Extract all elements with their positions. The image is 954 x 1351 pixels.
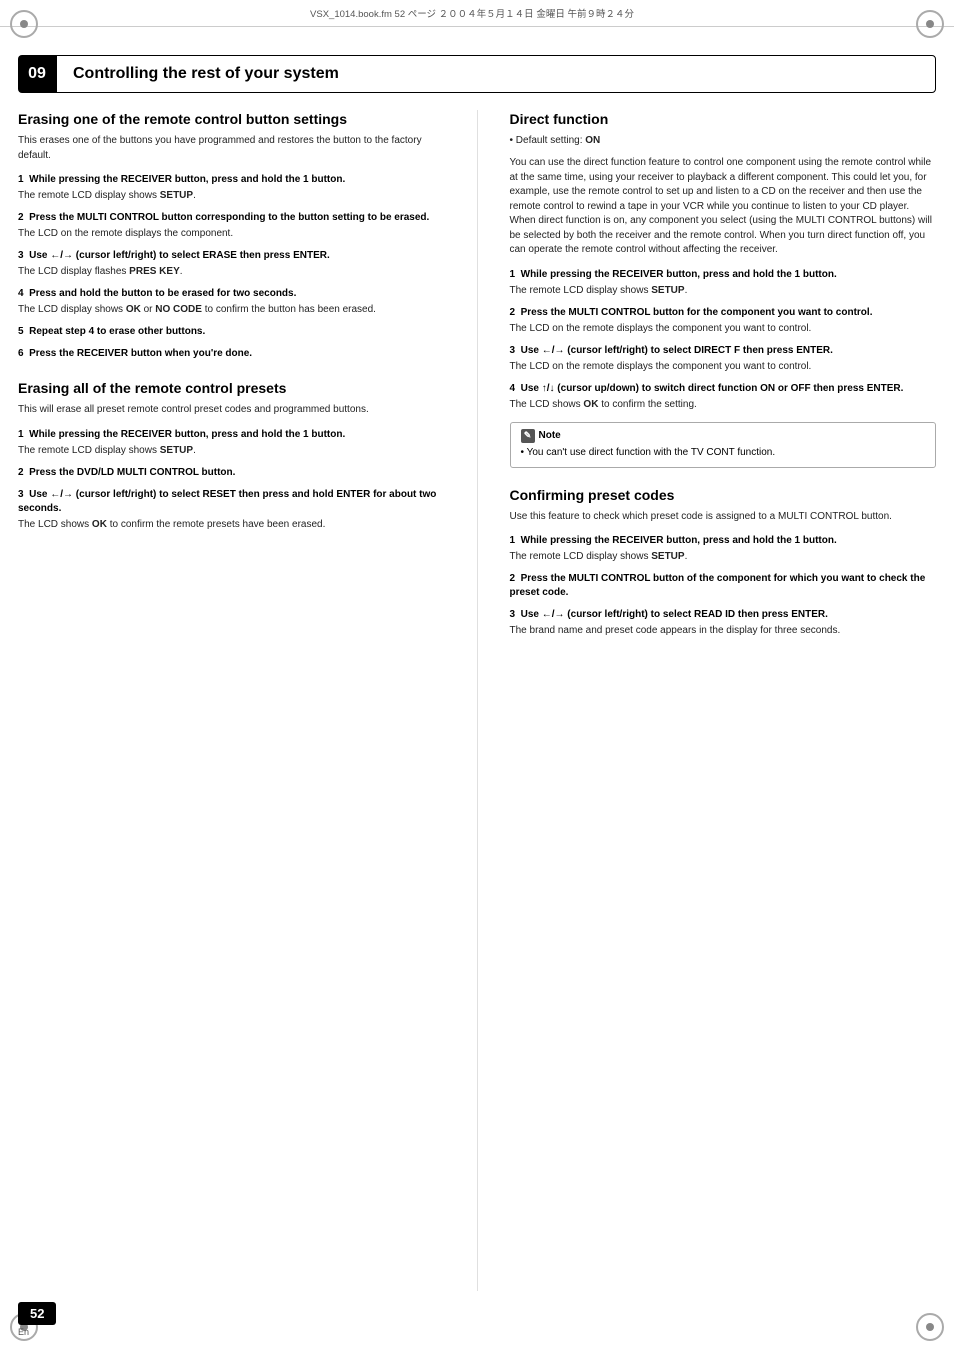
step-confirm-3: 3 Use ←/→ (cursor left/right) to select … <box>510 608 937 638</box>
section-erase-all: Erasing all of the remote control preset… <box>18 379 445 532</box>
chapter-number: 09 <box>18 55 56 93</box>
step-erase-one-1-body: The remote LCD display shows SETUP. <box>18 189 445 203</box>
step-confirm-1: 1 While pressing the RECEIVER button, pr… <box>510 534 937 564</box>
step-erase-all-3-heading: 3 Use ←/→ (cursor left/right) to select … <box>18 488 445 516</box>
step-erase-one-3-body: The LCD display flashes PRES KEY. <box>18 265 445 279</box>
column-divider <box>477 110 478 1291</box>
step-direct-1-body: The remote LCD display shows SETUP. <box>510 284 937 298</box>
step-direct-1: 1 While pressing the RECEIVER button, pr… <box>510 268 937 298</box>
step-confirm-2-heading: 2 Press the MULTI CONTROL button of the … <box>510 572 937 600</box>
section-direct-function-intro: You can use the direct function feature … <box>510 156 937 258</box>
page-wrapper: VSX_1014.book.fm 52 ページ ２００４年５月１４日 金曜日 午… <box>0 0 954 1351</box>
step-confirm-3-body: The brand name and preset code appears i… <box>510 624 937 638</box>
section-direct-function: Direct function • Default setting: ON Yo… <box>510 110 937 468</box>
step-confirm-1-heading: 1 While pressing the RECEIVER button, pr… <box>510 534 937 548</box>
page-number-container: 52 En <box>18 1302 56 1337</box>
note-body: • You can't use direct function with the… <box>521 446 926 461</box>
step-confirm-3-heading: 3 Use ←/→ (cursor left/right) to select … <box>510 608 937 622</box>
step-direct-2: 2 Press the MULTI CONTROL button for the… <box>510 306 937 336</box>
corner-decoration-tl <box>10 10 38 38</box>
step-erase-one-4-body: The LCD display shows OK or NO CODE to c… <box>18 303 445 317</box>
step-erase-all-3: 3 Use ←/→ (cursor left/right) to select … <box>18 488 445 532</box>
header-bar: VSX_1014.book.fm 52 ページ ２００４年５月１４日 金曜日 午… <box>0 0 954 27</box>
step-direct-2-heading: 2 Press the MULTI CONTROL button for the… <box>510 306 937 320</box>
section-erase-one: Erasing one of the remote control button… <box>18 110 445 361</box>
direct-function-default: • Default setting: ON <box>510 134 937 148</box>
step-erase-one-2: 2 Press the MULTI CONTROL button corresp… <box>18 211 445 241</box>
footer: 52 En <box>18 1302 936 1337</box>
step-erase-one-6-heading: 6 Press the RECEIVER button when you're … <box>18 347 445 361</box>
step-erase-one-3-heading: 3 Use ←/→ (cursor left/right) to select … <box>18 249 445 263</box>
step-erase-all-3-body: The LCD shows OK to confirm the remote p… <box>18 518 445 532</box>
step-direct-3: 3 Use ←/→ (cursor left/right) to select … <box>510 344 937 374</box>
step-confirm-1-body: The remote LCD display shows SETUP. <box>510 550 937 564</box>
section-erase-all-intro: This will erase all preset remote contro… <box>18 403 445 418</box>
step-direct-4-heading: 4 Use ↑/↓ (cursor up/down) to switch dir… <box>510 382 937 396</box>
step-erase-one-1: 1 While pressing the RECEIVER button, pr… <box>18 173 445 203</box>
step-erase-all-2: 2 Press the DVD/LD MULTI CONTROL button. <box>18 466 445 480</box>
step-erase-one-5-heading: 5 Repeat step 4 to erase other buttons. <box>18 325 445 339</box>
chapter-title-bar: Controlling the rest of your system <box>56 55 936 93</box>
step-direct-2-body: The LCD on the remote displays the compo… <box>510 322 937 336</box>
note-icon: ✎ <box>521 429 535 443</box>
page-number: 52 <box>18 1302 56 1325</box>
chapter-title: Controlling the rest of your system <box>73 65 339 83</box>
step-direct-3-heading: 3 Use ←/→ (cursor left/right) to select … <box>510 344 937 358</box>
step-erase-one-5: 5 Repeat step 4 to erase other buttons. <box>18 325 445 339</box>
file-info: VSX_1014.book.fm 52 ページ ２００４年５月１４日 金曜日 午… <box>10 6 934 20</box>
step-erase-all-1: 1 While pressing the RECEIVER button, pr… <box>18 428 445 458</box>
note-title: ✎ Note <box>521 429 926 444</box>
step-erase-one-4-heading: 4 Press and hold the button to be erased… <box>18 287 445 301</box>
step-direct-1-heading: 1 While pressing the RECEIVER button, pr… <box>510 268 937 282</box>
step-erase-all-1-heading: 1 While pressing the RECEIVER button, pr… <box>18 428 445 442</box>
section-erase-one-title: Erasing one of the remote control button… <box>18 110 445 128</box>
section-confirming-preset-intro: Use this feature to check which preset c… <box>510 510 937 525</box>
section-erase-one-intro: This erases one of the buttons you have … <box>18 134 445 163</box>
step-erase-one-3: 3 Use ←/→ (cursor left/right) to select … <box>18 249 445 279</box>
section-direct-function-title: Direct function <box>510 110 937 128</box>
note-box: ✎ Note • You can't use direct function w… <box>510 422 937 468</box>
left-column: Erasing one of the remote control button… <box>18 110 453 1291</box>
step-erase-one-6: 6 Press the RECEIVER button when you're … <box>18 347 445 361</box>
step-erase-one-2-body: The LCD on the remote displays the compo… <box>18 227 445 241</box>
corner-decoration-tr <box>916 10 944 38</box>
page-lang: En <box>18 1327 56 1337</box>
right-column: Direct function • Default setting: ON Yo… <box>502 110 937 1291</box>
step-erase-one-4: 4 Press and hold the button to be erased… <box>18 287 445 317</box>
step-confirm-2: 2 Press the MULTI CONTROL button of the … <box>510 572 937 600</box>
step-erase-one-2-heading: 2 Press the MULTI CONTROL button corresp… <box>18 211 445 225</box>
section-confirming-preset-title: Confirming preset codes <box>510 486 937 504</box>
step-direct-4-body: The LCD shows OK to confirm the setting. <box>510 398 937 412</box>
section-erase-all-title: Erasing all of the remote control preset… <box>18 379 445 397</box>
step-erase-all-2-heading: 2 Press the DVD/LD MULTI CONTROL button. <box>18 466 445 480</box>
step-direct-4: 4 Use ↑/↓ (cursor up/down) to switch dir… <box>510 382 937 412</box>
content-area: Erasing one of the remote control button… <box>18 110 936 1291</box>
section-confirming-preset: Confirming preset codes Use this feature… <box>510 486 937 639</box>
step-erase-all-1-body: The remote LCD display shows SETUP. <box>18 444 445 458</box>
step-erase-one-1-heading: 1 While pressing the RECEIVER button, pr… <box>18 173 445 187</box>
step-direct-3-body: The LCD on the remote displays the compo… <box>510 360 937 374</box>
